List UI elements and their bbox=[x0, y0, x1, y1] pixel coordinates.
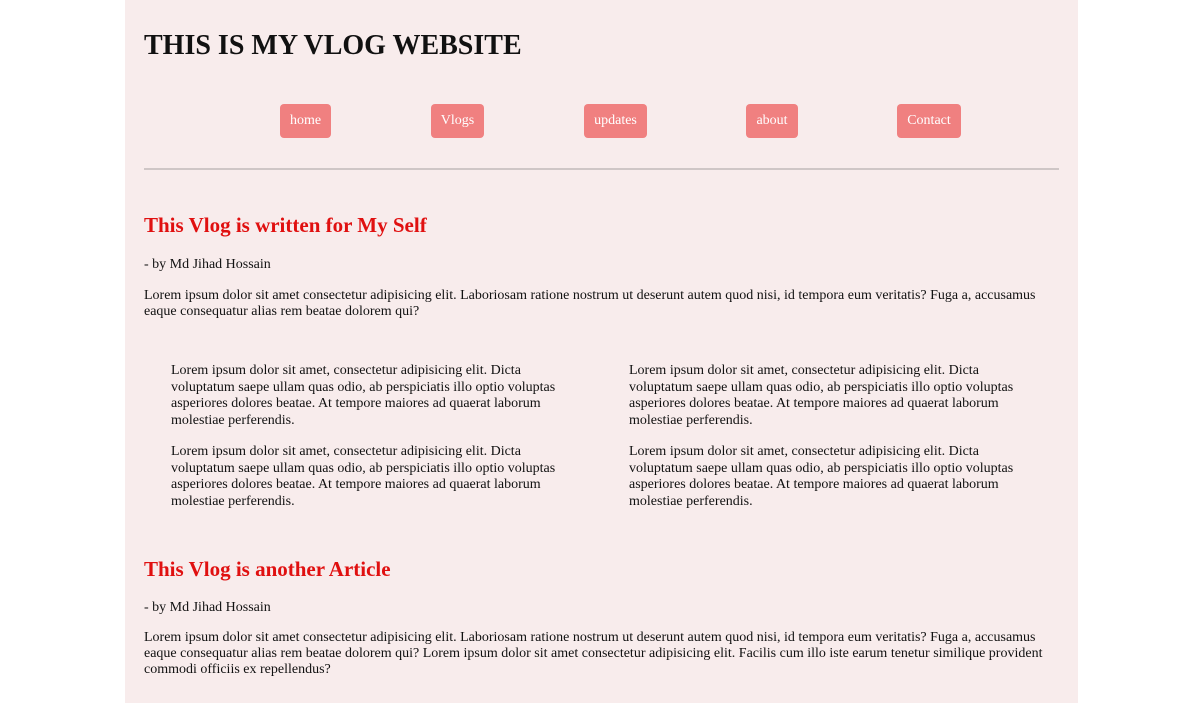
grid-paragraph: Lorem ipsum dolor sit amet, consectetur … bbox=[171, 444, 556, 509]
article-body: Lorem ipsum dolor sit amet consectetur a… bbox=[144, 288, 1036, 319]
article-title: This Vlog is another Article bbox=[144, 557, 391, 581]
article-body: Lorem ipsum dolor sit amet consectetur a… bbox=[144, 630, 1043, 677]
nav-about-button[interactable]: about bbox=[746, 104, 798, 138]
article-1: This Vlog is written for My Self - by Md… bbox=[144, 212, 1059, 320]
main-nav: home Vlogs updates about Contact bbox=[144, 104, 1059, 138]
grid-paragraph: Lorem ipsum dolor sit amet, consectetur … bbox=[629, 444, 1014, 509]
article-1-grid: Lorem ipsum dolor sit amet, consectetur … bbox=[171, 363, 1061, 513]
page-container: THIS IS MY VLOG WEBSITE home Vlogs updat… bbox=[125, 0, 1078, 703]
nav-updates-button[interactable]: updates bbox=[584, 104, 647, 138]
nav-home-button[interactable]: home bbox=[280, 104, 331, 138]
site-title: THIS IS MY VLOG WEBSITE bbox=[144, 30, 522, 61]
header-divider bbox=[144, 168, 1059, 170]
grid-paragraph: Lorem ipsum dolor sit amet, consectetur … bbox=[171, 363, 556, 428]
article-2: This Vlog is another Article - by Md Jih… bbox=[144, 556, 1059, 678]
article-title: This Vlog is written for My Self bbox=[144, 213, 427, 237]
article-byline: - by Md Jihad Hossain bbox=[144, 257, 271, 272]
article-byline: - by Md Jihad Hossain bbox=[144, 600, 271, 615]
grid-paragraph: Lorem ipsum dolor sit amet, consectetur … bbox=[629, 363, 1014, 428]
nav-vlogs-button[interactable]: Vlogs bbox=[431, 104, 484, 138]
nav-contact-button[interactable]: Contact bbox=[897, 104, 961, 138]
